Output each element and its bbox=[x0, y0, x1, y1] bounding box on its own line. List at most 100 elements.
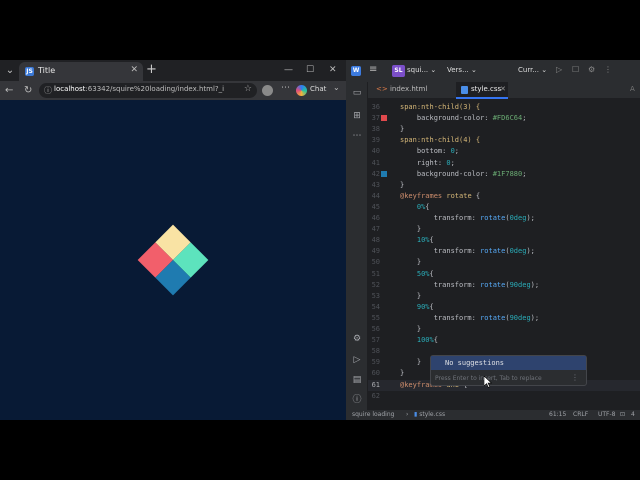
tab-style-css[interactable]: style.css ✕ bbox=[456, 82, 508, 99]
line-number: 54 bbox=[371, 302, 380, 311]
tab-index-html[interactable]: <> index.html bbox=[376, 85, 427, 93]
line-number: 58 bbox=[371, 347, 380, 356]
code-text: 90%{ bbox=[416, 302, 434, 311]
caret-position[interactable]: 61:15 bbox=[549, 411, 566, 418]
code-line[interactable]: 51 50%{ bbox=[368, 269, 640, 280]
tab-list-chevron-icon[interactable]: ⌄ bbox=[2, 63, 18, 78]
settings-gear-icon[interactable]: ⚙ bbox=[588, 65, 595, 74]
minimize-icon[interactable]: — bbox=[284, 63, 293, 78]
window-close-icon[interactable]: ✕ bbox=[329, 63, 337, 78]
code-line[interactable]: 56 } bbox=[368, 324, 640, 335]
code-line[interactable]: 52 transform: rotate(90deg); bbox=[368, 280, 640, 291]
popup-more-icon[interactable]: ⋮ bbox=[571, 373, 579, 382]
line-number: 51 bbox=[371, 269, 380, 278]
run-tool-icon[interactable]: ▷ bbox=[351, 354, 363, 366]
browser-tab-bar: ⌄ JS Title ✕ + — ☐ ✕ bbox=[0, 60, 346, 81]
breadcrumb-separator: › bbox=[406, 411, 409, 418]
problems-icon[interactable]: ⓘ bbox=[351, 394, 363, 406]
css-file-icon bbox=[461, 86, 468, 94]
code-text: @keyframes rotate { bbox=[400, 191, 481, 200]
project-selector[interactable]: squi... ⌄ bbox=[407, 66, 436, 74]
code-line[interactable]: 62 bbox=[368, 391, 640, 402]
main-menu-icon[interactable]: ≡ bbox=[369, 64, 377, 75]
terminal-icon[interactable]: ▤ bbox=[351, 374, 363, 386]
css-file-icon: ▮ bbox=[414, 411, 418, 418]
back-arrow-icon[interactable]: ← bbox=[5, 83, 13, 98]
project-folder-icon[interactable]: ▭ bbox=[351, 87, 363, 99]
run-icon[interactable]: ▷ bbox=[556, 65, 562, 74]
extensions-more-icon[interactable]: ⋯ bbox=[281, 83, 290, 93]
code-text: } bbox=[400, 125, 405, 134]
code-line[interactable]: 44 @keyframes rotate { bbox=[368, 191, 640, 202]
code-line[interactable]: 47 } bbox=[368, 224, 640, 235]
code-line[interactable]: 40 bottom: 0; bbox=[368, 146, 640, 157]
debug-icon[interactable]: ☐ bbox=[572, 65, 579, 74]
line-number: 62 bbox=[371, 391, 380, 400]
code-line[interactable]: 53 } bbox=[368, 291, 640, 302]
line-number: 55 bbox=[371, 313, 380, 322]
plugins-icon[interactable]: ⚙ bbox=[351, 333, 363, 345]
code-line[interactable]: 57 100%{ bbox=[368, 335, 640, 346]
address-bar[interactable]: ⓘ localhost:63342/squire%20loading/index… bbox=[39, 83, 257, 98]
project-badge[interactable]: SL bbox=[392, 65, 405, 77]
breadcrumb-project[interactable]: squire loading bbox=[352, 411, 394, 418]
line-number: 40 bbox=[371, 147, 380, 156]
inspection-widget[interactable]: A bbox=[630, 85, 635, 93]
code-line[interactable]: 37 background-color: #FD6C64; bbox=[368, 113, 640, 124]
line-separator[interactable]: CRLF bbox=[573, 411, 588, 418]
site-info-icon[interactable]: ⓘ bbox=[44, 85, 52, 96]
color-swatch-icon[interactable] bbox=[381, 115, 387, 122]
more-actions-icon[interactable]: ⋮ bbox=[604, 65, 612, 74]
code-line[interactable]: 50 } bbox=[368, 257, 640, 268]
structure-icon[interactable]: ⊞ bbox=[351, 110, 363, 122]
code-line[interactable]: 36 span:nth-child(3) { bbox=[368, 102, 640, 113]
code-line[interactable]: 41 right: 0; bbox=[368, 158, 640, 169]
tab-close-icon[interactable]: ✕ bbox=[500, 85, 506, 93]
line-number: 46 bbox=[371, 214, 380, 222]
line-number: 42 bbox=[371, 169, 380, 178]
code-text: 10%{ bbox=[416, 236, 434, 245]
code-line[interactable]: 46 transform: rotate(0deg); bbox=[368, 213, 640, 224]
code-text: right: 0; bbox=[400, 158, 455, 167]
file-encoding[interactable]: UTF-8 bbox=[598, 411, 616, 418]
profile-avatar[interactable] bbox=[262, 85, 273, 96]
line-number: 41 bbox=[371, 158, 380, 167]
completion-item-label: No suggestions bbox=[445, 359, 505, 367]
editor-tab-bar: <> index.html style.css ✕ A bbox=[368, 82, 640, 99]
reload-icon[interactable]: ↻ bbox=[24, 83, 32, 98]
code-text: 50%{ bbox=[416, 269, 434, 278]
code-text: } bbox=[400, 225, 422, 234]
code-text: background-color: #FD6C64; bbox=[400, 114, 527, 123]
line-number: 43 bbox=[371, 180, 380, 189]
indent-setting[interactable]: 4 bbox=[631, 411, 635, 418]
code-line[interactable]: 49 transform: rotate(0deg); bbox=[368, 246, 640, 257]
code-line[interactable]: 38} bbox=[368, 124, 640, 135]
copilot-icon bbox=[296, 85, 307, 96]
code-line[interactable]: 43} bbox=[368, 180, 640, 191]
chat-label: Chat bbox=[310, 85, 327, 93]
completion-item[interactable]: No suggestions bbox=[431, 356, 586, 370]
vcs-selector[interactable]: Vers... ⌄ bbox=[447, 66, 477, 74]
breadcrumb-file[interactable]: ▮ style.css bbox=[414, 411, 445, 418]
tab-favicon-icon: JS bbox=[25, 67, 34, 76]
code-text: transform: rotate(90deg); bbox=[400, 313, 540, 322]
line-number: 37 bbox=[371, 114, 380, 123]
code-line[interactable]: 54 90%{ bbox=[368, 302, 640, 313]
bookmark-star-icon[interactable]: ☆ bbox=[244, 84, 252, 94]
code-text: transform: rotate(0deg); bbox=[400, 214, 535, 222]
run-config-selector[interactable]: Curr... ⌄ bbox=[518, 66, 547, 74]
code-line[interactable]: 39 span:nth-child(4) { bbox=[368, 135, 640, 146]
code-text: } bbox=[400, 369, 405, 378]
browser-tab[interactable]: JS Title ✕ bbox=[19, 62, 143, 81]
color-swatch-icon[interactable] bbox=[381, 170, 387, 177]
code-line[interactable]: 48 10%{ bbox=[368, 235, 640, 246]
maximize-icon[interactable]: ☐ bbox=[306, 63, 314, 78]
code-line[interactable]: 42 background-color: #1F7880; bbox=[368, 169, 640, 180]
new-tab-plus-icon[interactable]: + bbox=[146, 62, 157, 78]
lock-icon[interactable]: ⊡ bbox=[620, 411, 625, 418]
more-tools-icon[interactable]: ⋯ bbox=[351, 130, 363, 142]
code-line[interactable]: 45 0%{ bbox=[368, 202, 640, 213]
sidebar-chevron-icon[interactable]: ⌄ bbox=[333, 83, 340, 92]
tab-close-icon[interactable]: ✕ bbox=[130, 65, 138, 75]
code-line[interactable]: 55 transform: rotate(90deg); bbox=[368, 313, 640, 324]
